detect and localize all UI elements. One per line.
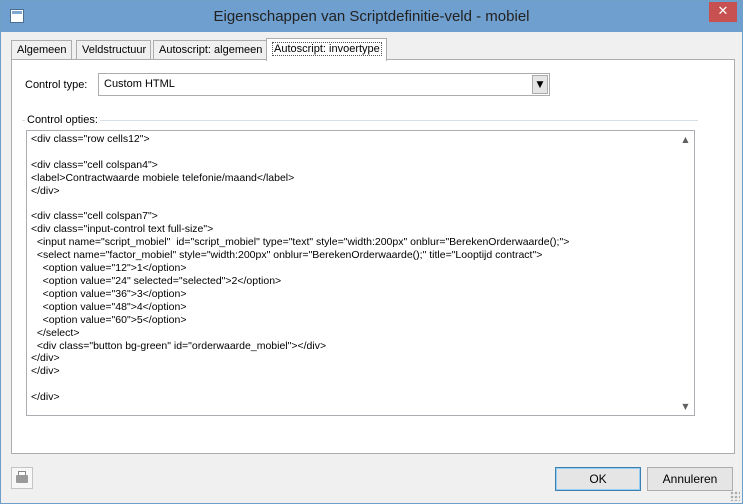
control-type-value: Custom HTML xyxy=(104,78,175,90)
tab-label: Algemeen xyxy=(17,44,67,56)
ok-button[interactable]: OK xyxy=(555,467,641,491)
window-icon xyxy=(10,9,24,23)
control-type-label: Control type: xyxy=(25,79,88,91)
close-button[interactable]: ✕ xyxy=(709,2,737,22)
resize-grip-icon[interactable] xyxy=(730,491,740,501)
window-title: Eigenschappen van Scriptdefinitie-veld -… xyxy=(213,8,530,25)
control-type-select[interactable]: Custom HTML ▼ xyxy=(98,73,550,96)
arrow-down-icon[interactable]: ▼ xyxy=(677,398,694,415)
control-options-legend: Control opties: xyxy=(25,114,100,126)
control-options-group: Control opties: <div class="row cells12"… xyxy=(22,114,698,425)
dialog-window: Eigenschappen van Scriptdefinitie-veld -… xyxy=(0,0,743,504)
tab-label: Autoscript: algemeen xyxy=(159,44,263,56)
tab-label: Autoscript: invoertype xyxy=(272,42,382,56)
printer-body xyxy=(16,475,28,483)
tab-autoscript-algemeen[interactable]: Autoscript: algemeen xyxy=(153,40,268,60)
tab-panel: Control type: Custom HTML ▼ Control opti… xyxy=(11,59,735,454)
close-icon: ✕ xyxy=(717,4,729,19)
printer-icon[interactable] xyxy=(11,467,33,489)
tab-veldstructuur[interactable]: Veldstructuur xyxy=(76,40,152,60)
cancel-button[interactable]: Annuleren xyxy=(647,467,733,491)
tab-algemeen[interactable]: Algemeen xyxy=(11,40,72,60)
arrow-up-icon[interactable]: ▲ xyxy=(677,131,694,148)
tab-autoscript-invoertype[interactable]: Autoscript: invoertype xyxy=(266,38,387,61)
tab-label: Veldstructuur xyxy=(82,44,147,56)
title-bar[interactable]: Eigenschappen van Scriptdefinitie-veld -… xyxy=(1,1,742,32)
control-options-textarea[interactable]: <div class="row cells12"> <div class="ce… xyxy=(26,130,695,416)
vertical-scrollbar[interactable]: ▲ ▼ xyxy=(677,131,694,415)
code-content[interactable]: <div class="row cells12"> <div class="ce… xyxy=(31,133,674,404)
chevron-down-icon[interactable]: ▼ xyxy=(532,75,548,94)
